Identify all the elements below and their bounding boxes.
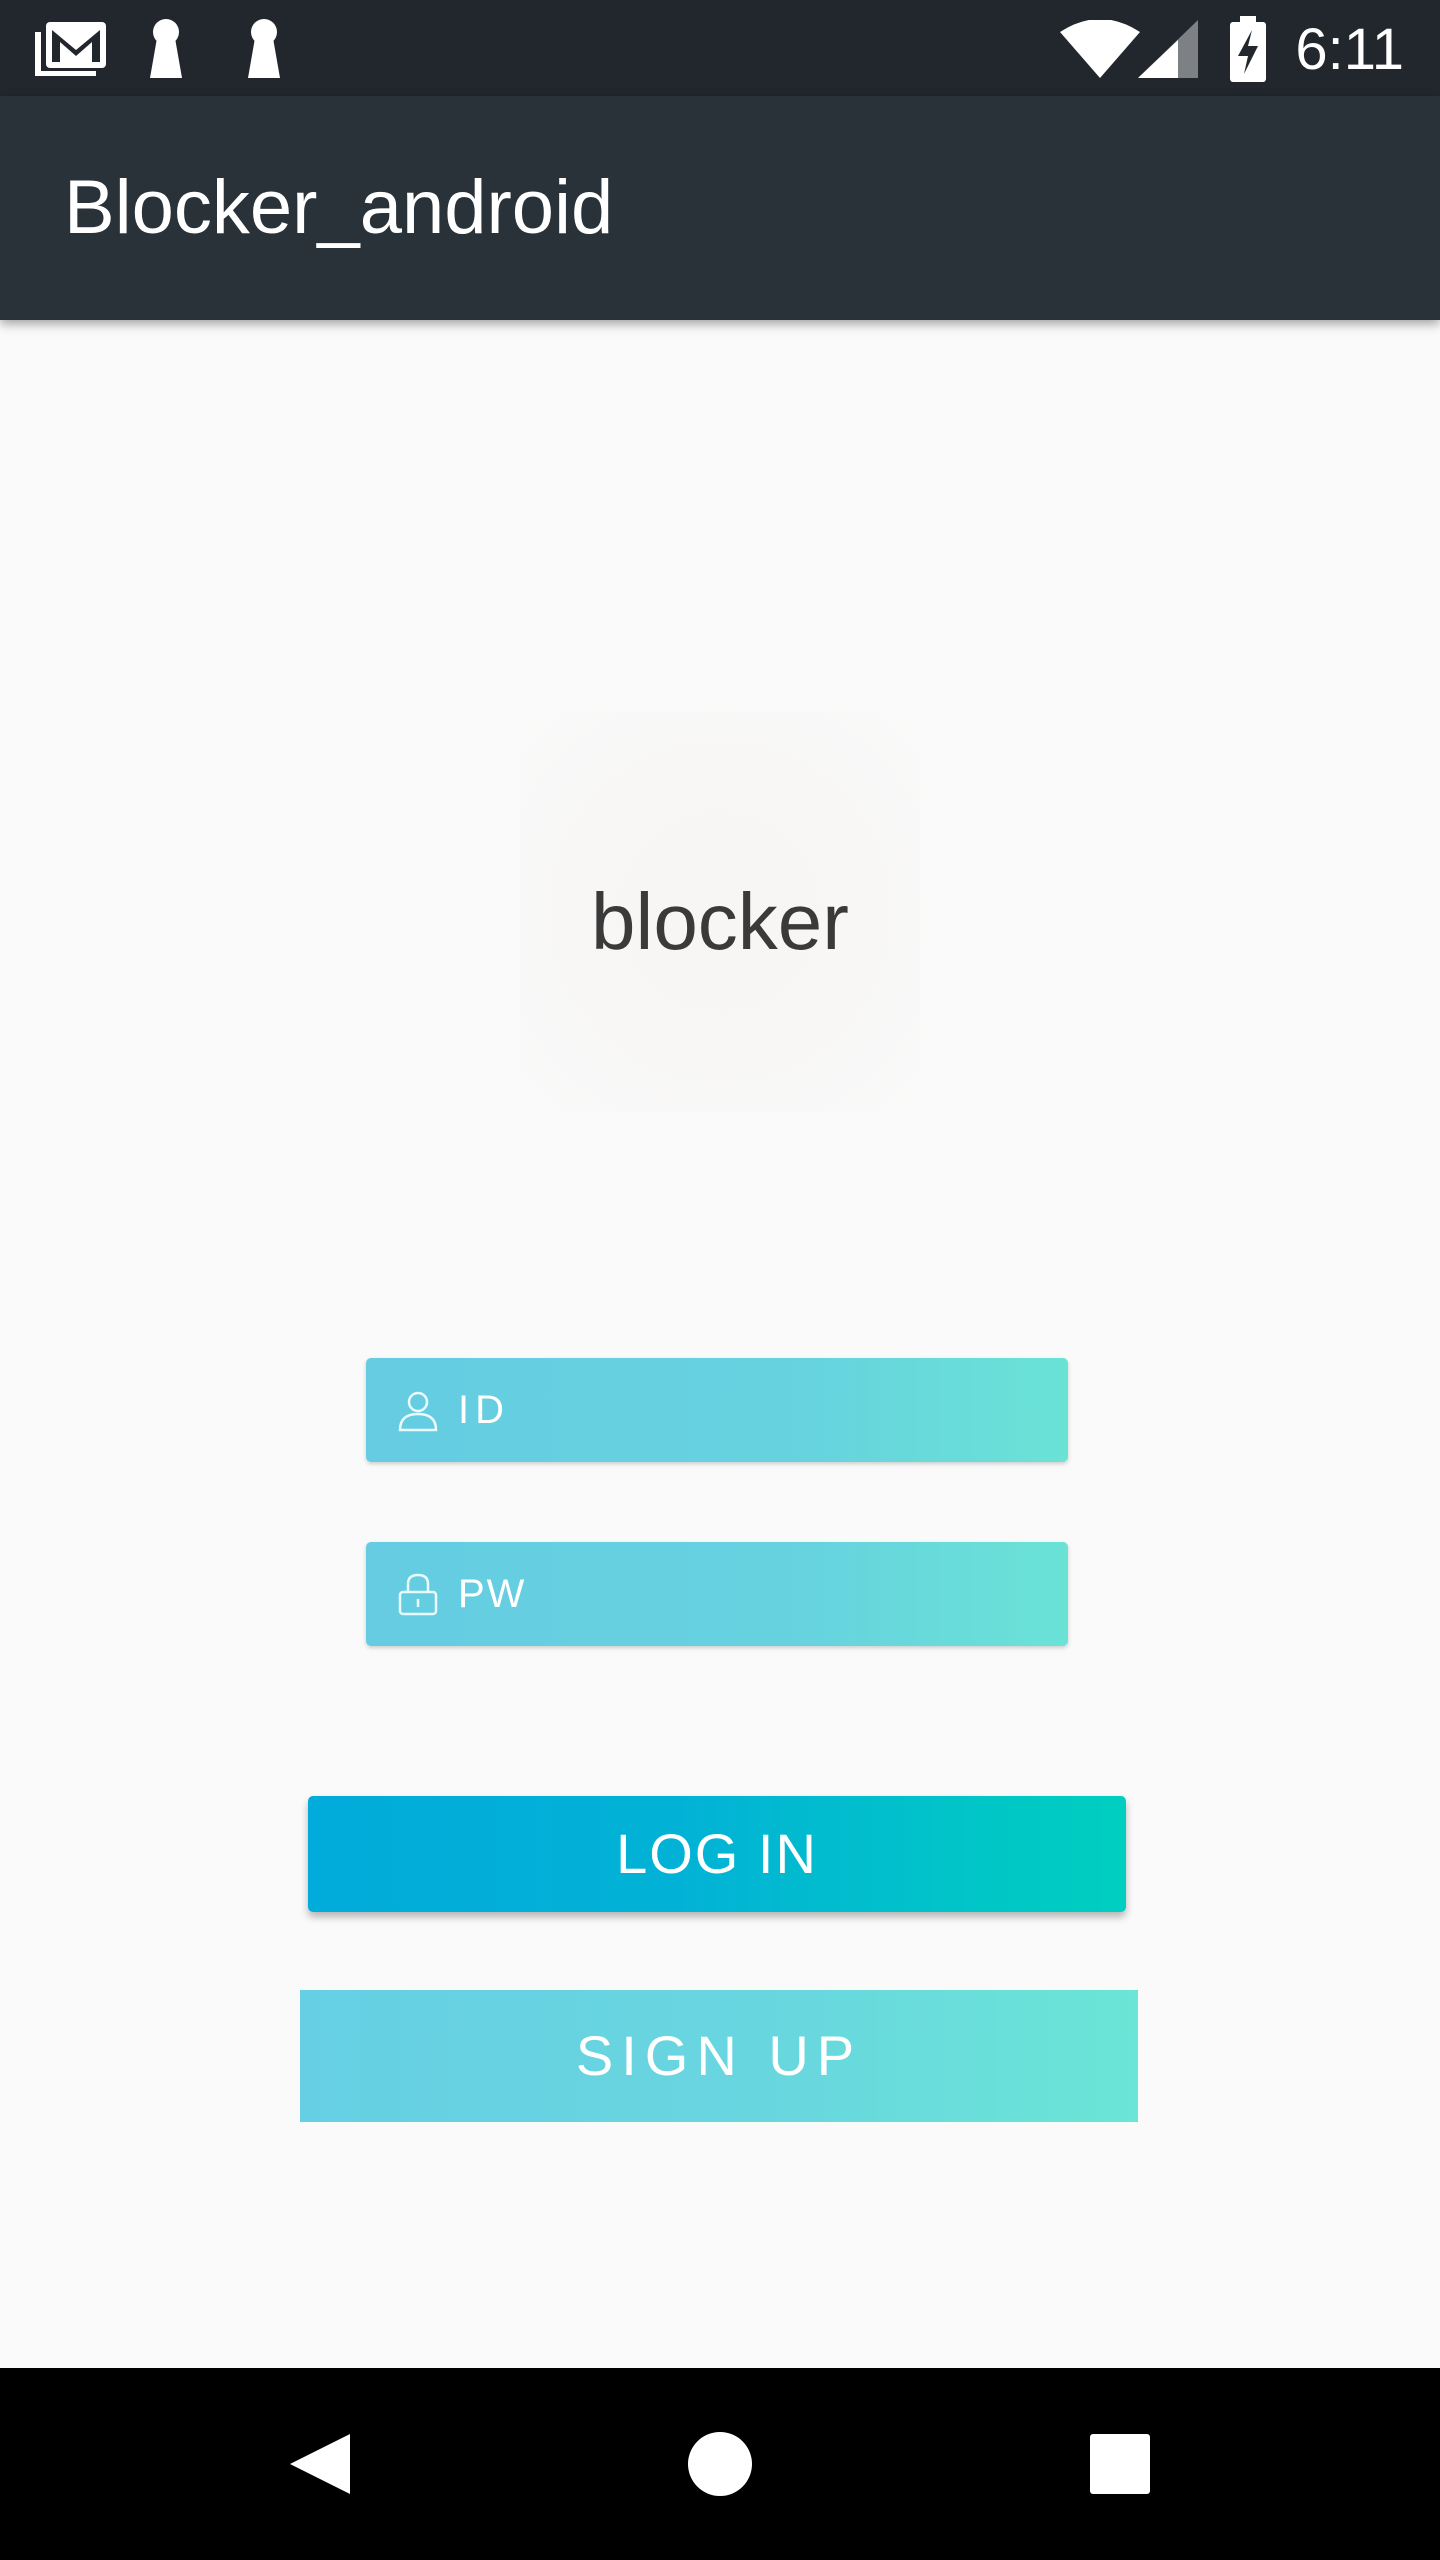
- signup-button[interactable]: SIGN UP: [300, 1990, 1138, 2122]
- app-title: Blocker_android: [64, 165, 614, 250]
- cell-signal-icon: [1138, 20, 1198, 78]
- logo: blocker: [520, 712, 920, 1112]
- battery-charging-icon: [1230, 16, 1266, 82]
- keyhole-icon: [150, 19, 182, 78]
- id-placeholder: ID: [458, 1388, 510, 1432]
- user-icon: [398, 1391, 438, 1432]
- status-time: 6:11: [1295, 17, 1404, 82]
- home-icon[interactable]: [672, 2416, 768, 2512]
- app-bar: Blocker_android: [0, 96, 1440, 320]
- password-field[interactable]: PW: [366, 1542, 1068, 1646]
- back-icon[interactable]: [272, 2416, 368, 2512]
- login-button[interactable]: LOG IN: [308, 1796, 1126, 1912]
- lock-icon: [398, 1573, 438, 1616]
- pw-placeholder: PW: [458, 1572, 527, 1616]
- recents-icon[interactable]: [1072, 2416, 1168, 2512]
- status-bar: 6:11: [0, 0, 1440, 96]
- login-screen: 6:11 Blocker_android blocker ID PW LOG I…: [0, 0, 1440, 2560]
- gmail-icon: [35, 22, 106, 76]
- wifi-icon: [1060, 20, 1140, 78]
- keyhole-icon: [248, 19, 280, 78]
- logo-text: blocker: [591, 877, 849, 966]
- id-field[interactable]: ID: [366, 1358, 1068, 1462]
- navigation-bar: [0, 2368, 1440, 2560]
